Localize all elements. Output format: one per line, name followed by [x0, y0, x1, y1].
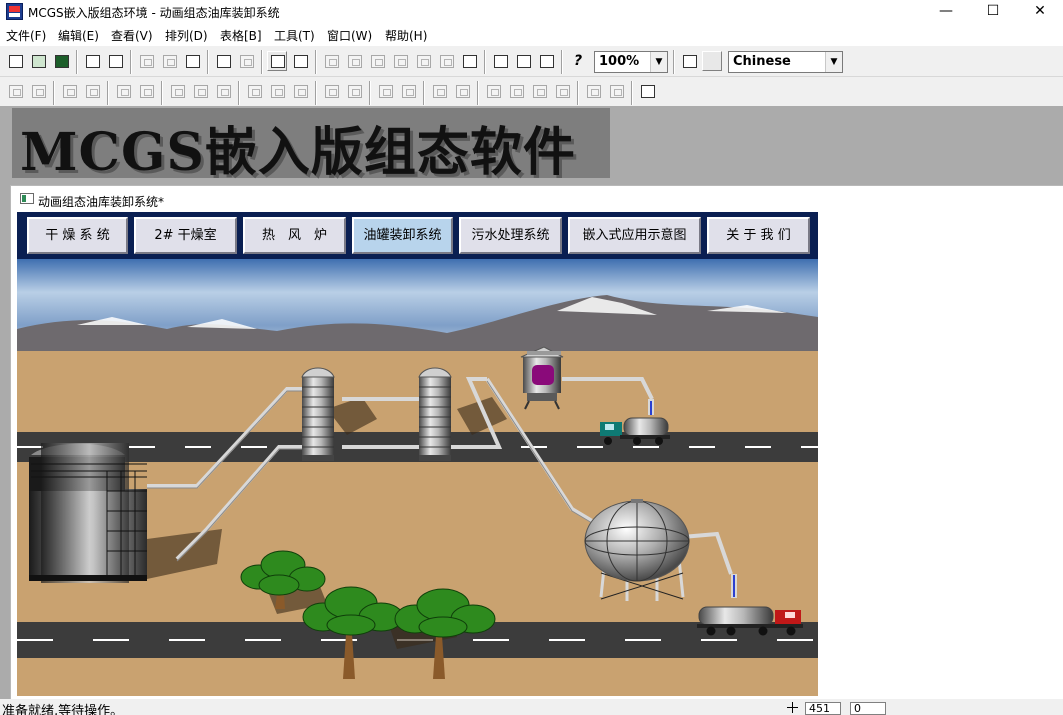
tab-order-icon[interactable] — [290, 51, 310, 71]
same-height-icon[interactable] — [113, 81, 133, 101]
nav-embedded-diagram[interactable]: 嵌入式应用示意图 — [568, 217, 701, 254]
crosshair-icon — [787, 702, 798, 713]
flip-horizontal-icon[interactable] — [375, 81, 395, 101]
space-equal-icon[interactable] — [244, 81, 264, 101]
mcgs-app-icon — [6, 3, 23, 20]
ungroup-icon[interactable] — [452, 81, 472, 101]
print-preview-icon[interactable] — [105, 51, 125, 71]
redo-icon[interactable] — [236, 51, 256, 71]
move-backward-icon[interactable] — [552, 81, 572, 101]
grid-icon[interactable] — [459, 51, 479, 71]
space-down-icon[interactable] — [290, 81, 310, 101]
center-vertical-icon[interactable] — [190, 81, 210, 101]
menu-view[interactable]: 查看(V) — [111, 27, 153, 44]
menu-help[interactable]: 帮助(H) — [385, 27, 427, 44]
nav-drying-system[interactable]: 干 燥 系 统 — [27, 217, 128, 254]
align-top-icon[interactable] — [59, 81, 79, 101]
rotate-left-icon[interactable] — [321, 81, 341, 101]
center-horizontal-icon[interactable] — [213, 81, 233, 101]
align-bottom-icon[interactable] — [82, 81, 102, 101]
copy-icon[interactable] — [159, 51, 179, 71]
cursor-x-readout: 451 — [805, 702, 841, 715]
menu-table[interactable]: 表格[B] — [220, 27, 262, 44]
group-icon[interactable] — [429, 81, 449, 101]
unlock-icon[interactable] — [606, 81, 626, 101]
paste-icon[interactable] — [182, 51, 202, 71]
zoom-select[interactable]: 100% ▼ — [594, 51, 668, 73]
language-select[interactable]: Chinese ▼ — [728, 51, 843, 73]
flip-vertical-icon[interactable] — [398, 81, 418, 101]
maximize-button[interactable]: ☐ — [970, 0, 1016, 24]
cursor-y-readout: 0 — [850, 702, 886, 715]
open-icon[interactable] — [28, 51, 48, 71]
context-help-icon[interactable]: ? — [567, 51, 587, 71]
align-right-icon[interactable] — [28, 81, 48, 101]
menu-edit[interactable]: 编辑(E) — [58, 27, 99, 44]
title-bar: MCGS嵌入版组态环境 - 动画组态油库装卸系统 — ☐ ✕ — [0, 0, 1063, 24]
center-both-icon[interactable] — [167, 81, 187, 101]
design-canvas[interactable]: 干 燥 系 统 2# 干燥室 热 风 炉 油罐装卸系统 污水处理系统 嵌入式应用… — [17, 212, 818, 696]
download-icon[interactable] — [536, 51, 556, 71]
chevron-down-icon: ▼ — [650, 52, 667, 72]
new-window-icon[interactable] — [5, 51, 25, 71]
banner-title: MCGS嵌入版组态软件 — [20, 122, 576, 183]
properties-icon[interactable] — [490, 51, 510, 71]
oil-depot-scene — [17, 259, 818, 696]
menu-file[interactable]: 文件(F) — [6, 27, 46, 44]
menu-tools[interactable]: 工具(T) — [274, 27, 315, 44]
nav-about-us[interactable]: 关 于 我 们 — [707, 217, 810, 254]
close-button[interactable]: ✕ — [1017, 0, 1063, 24]
rotate-right-icon[interactable] — [344, 81, 364, 101]
font-color-icon[interactable] — [367, 51, 387, 71]
window-title: MCGS嵌入版组态环境 - 动画组态油库装卸系统 — [28, 6, 280, 20]
fill-color-icon[interactable] — [321, 51, 341, 71]
move-forward-icon[interactable] — [529, 81, 549, 101]
menu-bar: 文件(F) 编辑(E) 查看(V) 排列(D) 表格[B] 工具(T) 窗口(W… — [0, 24, 1063, 46]
toolbox-icon[interactable] — [267, 51, 287, 71]
nav-wastewater-system[interactable]: 污水处理系统 — [459, 217, 562, 254]
cut-icon[interactable] — [136, 51, 156, 71]
nav-hot-air-furnace[interactable]: 热 风 炉 — [243, 217, 346, 254]
status-text: 准备就绪,等待操作。 — [2, 704, 124, 715]
document-title: 动画组态油库装卸系统* — [38, 195, 165, 209]
nav-drying-room-2[interactable]: 2# 干燥室 — [134, 217, 237, 254]
font-icon[interactable] — [390, 51, 410, 71]
window-icon — [20, 193, 34, 204]
chevron-down-icon: ▼ — [825, 52, 842, 72]
minimize-button[interactable]: — — [923, 0, 969, 24]
status-bar: 准备就绪,等待操作。 — [0, 699, 1063, 715]
check-icon[interactable] — [513, 51, 533, 71]
nav-strip: 干 燥 系 统 2# 干燥室 热 风 炉 油罐装卸系统 污水处理系统 嵌入式应用… — [17, 212, 818, 259]
line-width-icon[interactable] — [436, 51, 456, 71]
send-back-icon[interactable] — [506, 81, 526, 101]
blank-tool-icon[interactable] — [702, 51, 722, 71]
menu-window[interactable]: 窗口(W) — [327, 27, 372, 44]
same-width-icon[interactable] — [136, 81, 156, 101]
menu-arrange[interactable]: 排列(D) — [165, 27, 208, 44]
line-color-icon[interactable] — [344, 51, 364, 71]
space-across-icon[interactable] — [267, 81, 287, 101]
grid-snap-icon[interactable] — [637, 81, 657, 101]
save-icon[interactable] — [51, 51, 71, 71]
language-value: Chinese — [733, 54, 791, 69]
lock-icon[interactable] — [583, 81, 603, 101]
line-style-icon[interactable] — [413, 51, 433, 71]
standard-toolbar: ? 100% ▼ Chinese ▼ — [0, 47, 1063, 77]
print-icon[interactable] — [82, 51, 102, 71]
align-left-icon[interactable] — [5, 81, 25, 101]
language-switch-icon[interactable] — [679, 51, 699, 71]
zoom-value: 100% — [599, 54, 640, 69]
layout-toolbar — [0, 78, 1063, 106]
bring-front-icon[interactable] — [483, 81, 503, 101]
nav-oil-tank-system[interactable]: 油罐装卸系统 — [352, 217, 453, 254]
undo-icon[interactable] — [213, 51, 233, 71]
